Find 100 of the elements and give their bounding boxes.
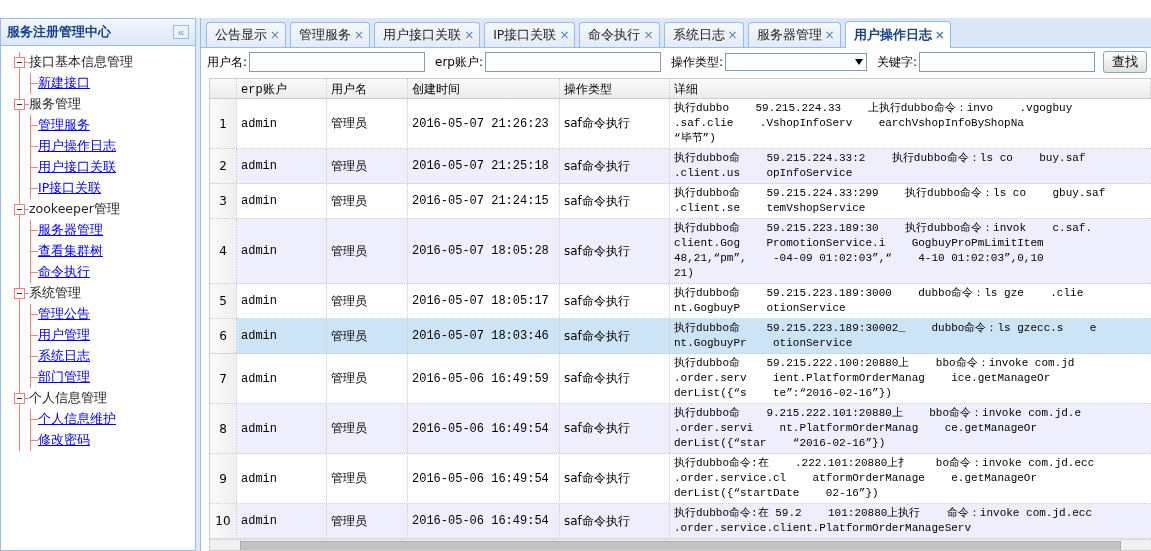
tree-group-label[interactable]: 服务管理 xyxy=(29,96,81,113)
tab[interactable]: 系统日志 × xyxy=(663,22,744,47)
close-icon[interactable]: × xyxy=(727,28,738,42)
table-cell: 2016-05-07 21:26:23 xyxy=(408,99,560,148)
table-cell: 2016-05-07 18:05:17 xyxy=(408,284,560,318)
tree-link[interactable]: 服务器管理 xyxy=(38,222,103,239)
tree-link[interactable]: 管理服务 xyxy=(38,117,90,134)
table-cell: 管理员 xyxy=(327,454,408,503)
table-row[interactable]: 5 admin 管理员 2016-05-07 18:05:17 saf命令执行 执行dubbo命 59.215.223.189:3000 dubbo命令：ls gze .clie nt.GogbuyP otionService xyxy=(210,284,1151,319)
table-row[interactable]: 9 admin 管理员 2016-05-06 16:49:54 saf命令执行 执行dubbo命令:在 .222.101:20880上扌 bo命令：invoke com.jd.ecc .order.service.cl atformOrderManage e.getManageOr derList({“startDate 02-16”}) xyxy=(210,454,1151,504)
row-number: 8 xyxy=(210,404,237,453)
input-field[interactable] xyxy=(485,52,662,72)
tab[interactable]: 公告显示 × xyxy=(206,22,287,47)
table-row[interactable]: 6 admin 管理员 2016-05-07 18:03:46 saf命令执行 执行dubbo命 59.215.223.189:30002_ dubbo命令：ls gzecc.s e nt.GogbuyPr otionService xyxy=(210,319,1151,354)
table-cell: admin xyxy=(237,454,327,503)
table-cell-text: 执行dubbo命 59.215.224.33:299 执行dubbo命令：ls co gbuy.saf .client.se temVshopService xyxy=(673,186,1107,216)
tree-group-label[interactable]: 系统管理 xyxy=(29,285,81,302)
sidebar-title: 服务注册管理中心 xyxy=(7,23,111,41)
filter-label: erp账户: xyxy=(435,53,484,71)
collapse-toggle-icon[interactable] xyxy=(14,99,25,110)
table-cell: admin xyxy=(237,149,327,183)
tree-group-label[interactable]: 接口基本信息管理 xyxy=(29,54,133,71)
table-cell: admin xyxy=(237,219,327,283)
tree-link[interactable]: 用户管理 xyxy=(38,327,90,344)
tree-link[interactable]: IP接口关联 xyxy=(38,180,102,197)
tree-link[interactable]: 用户操作日志 xyxy=(38,138,116,155)
filter-label: 操作类型: xyxy=(671,53,724,71)
collapse-toggle-icon[interactable] xyxy=(14,288,25,299)
search-button[interactable]: 查找 xyxy=(1103,51,1147,73)
filter-label: 用户名: xyxy=(207,53,248,71)
tab[interactable]: 用户操作日志 × xyxy=(844,21,951,48)
tree-link[interactable]: 新建接口 xyxy=(38,75,90,92)
row-number: 3 xyxy=(210,184,237,218)
tab[interactable]: IP接口关联 × xyxy=(484,22,576,47)
table-cell-text: 执行dubbo命 59.215.223.189:30 执行dubbo命令：invok c.saf. client.Gog PromotionService.i GogbuyProPmLimitItem 48,21,“pm”, -04-09 01:02:03”,“ 4-10 01:02:03”,0,10 21) xyxy=(673,221,1094,281)
close-icon[interactable]: × xyxy=(354,28,365,42)
close-icon[interactable]: × xyxy=(643,28,654,42)
collapse-toggle-icon[interactable] xyxy=(14,57,25,68)
table-cell: saf命令执行 xyxy=(560,504,670,538)
row-number: 1 xyxy=(210,99,237,148)
table-cell-text: 执行dubbo命 59.215.222.100:20880上 bbo命令：invoke com.jd .order.serv ient.PlatformOrderManag ice.getManageOr derList({“s te”:“2016-02-16”}) xyxy=(673,356,1076,401)
tree-group-label[interactable]: 个人信息管理 xyxy=(29,390,107,407)
table-cell-text: 执行dubbo命 59.215.224.33:2 执行dubbo命令：ls co buy.saf .client.us opInfoService xyxy=(673,151,1087,181)
table-cell: saf命令执行 xyxy=(560,354,670,403)
table-cell: 2016-05-07 18:05:28 xyxy=(408,219,560,283)
table-cell: saf命令执行 xyxy=(560,284,670,318)
tree-group-label[interactable]: zookeeper管理 xyxy=(29,201,120,218)
collapse-toggle-icon[interactable] xyxy=(14,204,25,215)
table-cell: saf命令执行 xyxy=(560,404,670,453)
row-number: 9 xyxy=(210,454,237,503)
table-cell: admin xyxy=(237,404,327,453)
close-icon[interactable]: × xyxy=(824,28,835,42)
tree-link[interactable]: 用户接口关联 xyxy=(38,159,116,176)
table-cell: 管理员 xyxy=(327,284,408,318)
tree-link[interactable]: 个人信息维护 xyxy=(38,411,116,428)
table-row[interactable]: 10 admin 管理员 2016-05-06 16:49:54 saf命令执行 执行dubbo命令:在 59.2 101:20880上执行 命令：invoke com.jd.ecc .order.service.client.PlatformOrderManageServ xyxy=(210,504,1151,539)
table-cell: saf命令执行 xyxy=(560,184,670,218)
table-cell: saf命令执行 xyxy=(560,454,670,503)
tab[interactable]: 用户接口关联 × xyxy=(374,22,481,47)
row-number: 10 xyxy=(210,504,237,538)
table-cell: 管理员 xyxy=(327,319,408,353)
table-cell: 2016-05-07 18:03:46 xyxy=(408,319,560,353)
close-icon[interactable]: × xyxy=(559,28,570,42)
filter-label: 关键字: xyxy=(876,53,917,71)
table-cell: admin xyxy=(237,284,327,318)
table-row[interactable]: 8 admin 管理员 2016-05-06 16:49:54 saf命令执行 执行dubbo命 9.215.222.101:20880上 bbo命令：invoke com.jd.e .order.servi nt.PlatformOrderManag ce.getManageOr derList({“star “2016-02-16”}) xyxy=(210,404,1151,454)
close-icon[interactable]: × xyxy=(270,28,281,42)
table-cell: 管理员 xyxy=(327,99,408,148)
select-field[interactable] xyxy=(725,53,867,71)
close-icon[interactable]: × xyxy=(934,28,945,42)
tree-link[interactable]: 系统日志 xyxy=(38,348,90,365)
input-field[interactable] xyxy=(249,52,426,72)
table-cell: saf命令执行 xyxy=(560,99,670,148)
row-number: 5 xyxy=(210,284,237,318)
table-cell-text: 执行dubbo命 59.215.223.189:3000 dubbo命令：ls gze .clie nt.GogbuyP otionService xyxy=(673,286,1085,316)
collapse-toggle-icon[interactable] xyxy=(14,393,25,404)
tab[interactable]: 命令执行 × xyxy=(579,22,660,47)
table-row[interactable]: 4 admin 管理员 2016-05-07 18:05:28 saf命令执行 执行dubbo命 59.215.223.189:30 执行dubbo命令：invok c.saf. client.Gog PromotionService.i GogbuyProPmLimitItem 48,21,“pm”, -04-09 01:02:03”,“ 4-10 01:02:03”,0,10 21) xyxy=(210,219,1151,284)
table-row[interactable]: 1 admin 管理员 2016-05-07 21:26:23 saf命令执行 执行dubbo 59.215.224.33 上执行dubbo命令：invo .vgogbuy .saf.clie .VshopInfoServ earchVshopInfoByShopNa “毕节”) xyxy=(210,99,1151,149)
table-row[interactable]: 3 admin 管理员 2016-05-07 21:24:15 saf命令执行 执行dubbo命 59.215.224.33:299 执行dubbo命令：ls co gbuy.saf .client.se temVshopService xyxy=(210,184,1151,219)
close-icon[interactable]: × xyxy=(464,28,475,42)
table-cell: admin xyxy=(237,504,327,538)
table-cell: 2016-05-07 21:25:18 xyxy=(408,149,560,183)
table-cell-text: 执行dubbo命 59.215.223.189:30002_ dubbo命令：ls gzecc.s e nt.GogbuyPr otionService xyxy=(673,321,1098,351)
table-row[interactable]: 2 admin 管理员 2016-05-07 21:25:18 saf命令执行 执行dubbo命 59.215.224.33:2 执行dubbo命令：ls co buy.saf .client.us opInfoService xyxy=(210,149,1151,184)
tree-link[interactable]: 命令执行 xyxy=(38,264,90,281)
table-cell: 2016-05-06 16:49:54 xyxy=(408,504,560,538)
table-cell-text: 执行dubbo命令:在 .222.101:20880上扌 bo命令：invoke com.jd.ecc .order.service.cl atformOrderManage e.getManageOr derList({“startDate 02-16”}) xyxy=(673,456,1096,501)
table-cell: admin xyxy=(237,319,327,353)
tree-link[interactable]: 查看集群树 xyxy=(38,243,103,260)
tab[interactable]: 管理服务 × xyxy=(290,22,371,47)
row-number: 4 xyxy=(210,219,237,283)
table-cell: 2016-05-07 21:24:15 xyxy=(408,184,560,218)
tab[interactable]: 服务器管理 × xyxy=(747,22,841,47)
table-row[interactable]: 7 admin 管理员 2016-05-06 16:49:59 saf命令执行 执行dubbo命 59.215.222.100:20880上 bbo命令：invoke com.jd .order.serv ient.PlatformOrderManag ice.getManageOr derList({“s te”:“2016-02-16”}) xyxy=(210,354,1151,404)
tree-link[interactable]: 修改密码 xyxy=(38,432,90,449)
table-cell: saf命令执行 xyxy=(560,149,670,183)
tree-link[interactable]: 管理公告 xyxy=(38,306,90,323)
tree-link[interactable]: 部门管理 xyxy=(38,369,90,386)
input-field[interactable] xyxy=(919,52,1095,72)
